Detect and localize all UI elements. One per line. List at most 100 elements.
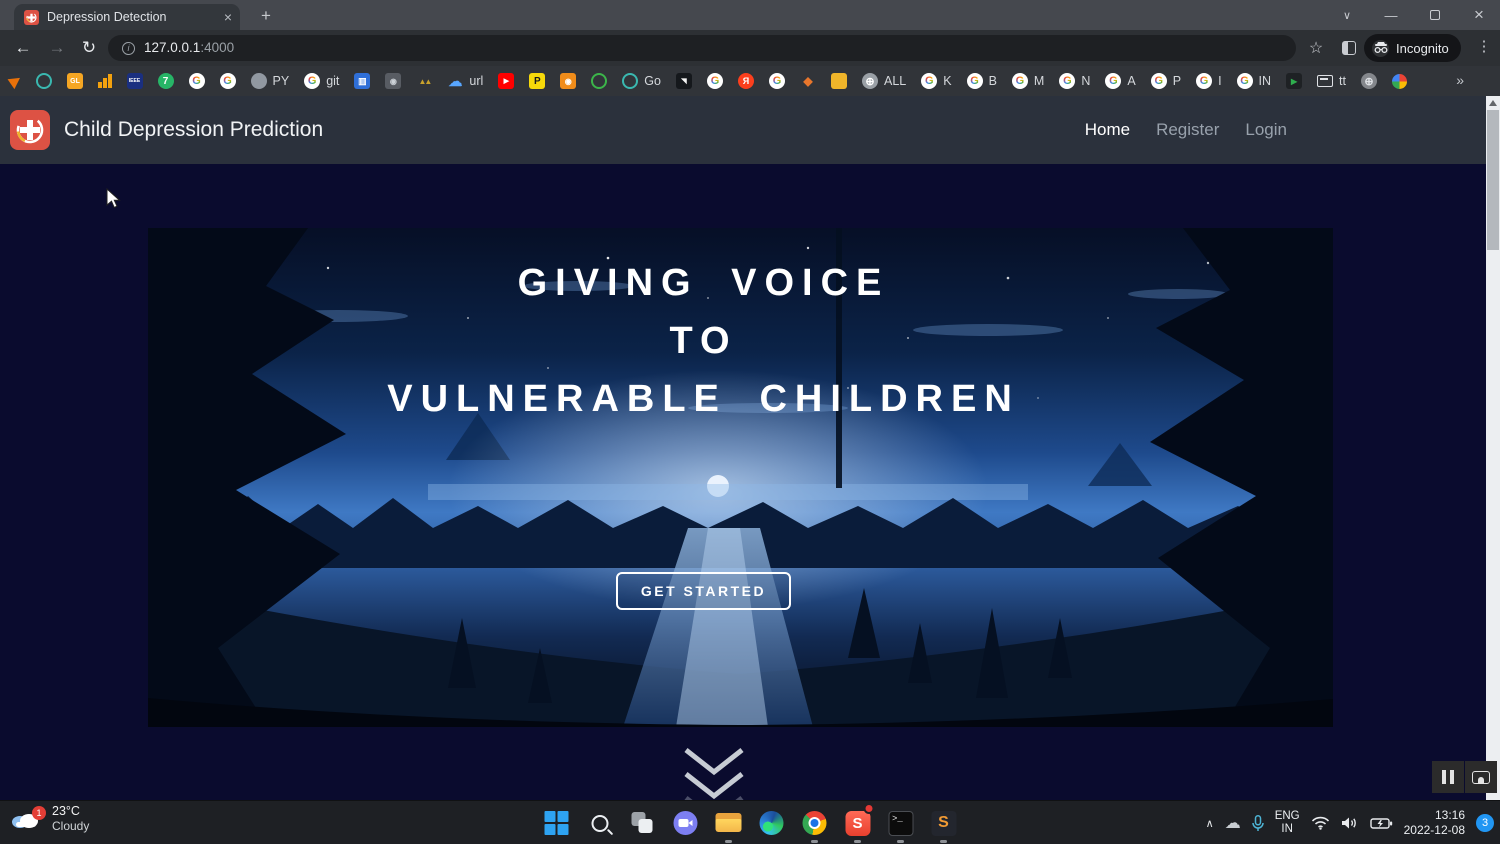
bookmark-label: A: [1127, 74, 1136, 88]
bookmark-item[interactable]: G: [188, 73, 205, 89]
bookmark-item[interactable]: PY: [250, 73, 289, 89]
circle-favicon: 7: [157, 73, 174, 89]
bookmark-item[interactable]: GL: [67, 73, 83, 89]
browser-tab[interactable]: Depression Detection ×: [14, 4, 240, 30]
maximize-button[interactable]: [1418, 0, 1452, 30]
google-favicon: G: [1196, 73, 1213, 89]
bookmark-item[interactable]: GK: [921, 73, 952, 89]
incognito-badge: Incognito: [1364, 34, 1461, 62]
forward-button[interactable]: →: [44, 35, 70, 61]
bookmark-item[interactable]: [98, 74, 112, 88]
bookmark-item[interactable]: GB: [966, 73, 997, 89]
browser-menu-icon[interactable]: ⋮: [1474, 37, 1494, 55]
tab-search-icon[interactable]: ∨: [1330, 0, 1364, 30]
bookmark-item[interactable]: G: [706, 73, 723, 89]
taskbar-sublime-icon[interactable]: S: [931, 806, 957, 843]
back-button[interactable]: ←: [10, 35, 36, 61]
side-panel-icon[interactable]: [1342, 41, 1356, 55]
language-indicator[interactable]: ENG IN: [1275, 810, 1300, 836]
get-started-button[interactable]: GET STARTED: [615, 572, 792, 610]
bookmark-item[interactable]: ▶: [1286, 73, 1303, 89]
bookmark-item[interactable]: 7: [157, 73, 174, 89]
picture-in-picture-button[interactable]: [1465, 761, 1497, 793]
taskbar-terminal-icon[interactable]: >_: [888, 806, 914, 843]
bookmark-item[interactable]: GN: [1059, 73, 1090, 89]
onedrive-icon[interactable]: ☁: [1225, 813, 1241, 833]
open-app-indicator: [725, 840, 732, 843]
address-bar[interactable]: i 127.0.0.1:4000: [108, 35, 1296, 61]
tab-close-icon[interactable]: ×: [224, 9, 232, 25]
bookmark-item[interactable]: ▲▲: [416, 73, 432, 89]
reload-button[interactable]: ↻: [76, 35, 102, 61]
taskbar-edge-icon[interactable]: [759, 806, 785, 840]
new-tab-button[interactable]: +: [254, 5, 278, 27]
bookmark-item[interactable]: Я: [737, 73, 754, 89]
pause-button[interactable]: [1432, 761, 1464, 793]
bookmark-label: M: [1033, 74, 1045, 88]
bookmark-item[interactable]: [830, 73, 847, 89]
tray-chevron-icon[interactable]: ∧: [1206, 817, 1214, 830]
nav-link-register[interactable]: Register: [1156, 120, 1219, 140]
bookmark-item[interactable]: GA: [1105, 73, 1136, 89]
bookmark-item[interactable]: P: [529, 73, 546, 89]
bookmark-label: tt: [1339, 74, 1346, 88]
wifi-icon[interactable]: [1311, 816, 1330, 830]
bookmark-item[interactable]: ◉: [385, 73, 402, 89]
taskbar-chrome-icon[interactable]: [802, 806, 828, 843]
taskbar-weather-widget[interactable]: 1 23°C Cloudy: [10, 804, 89, 833]
bookmark-item[interactable]: GI: [1196, 73, 1222, 89]
taskbar-explorer-icon[interactable]: [715, 806, 742, 843]
bookmark-item[interactable]: [591, 73, 608, 89]
bookmark-item[interactable]: Go: [622, 73, 661, 89]
bookmark-item[interactable]: ◉: [560, 73, 577, 89]
bookmark-item[interactable]: G: [219, 73, 236, 89]
scrollbar-up-icon[interactable]: [1489, 100, 1497, 106]
taskbar-start-icon[interactable]: [544, 806, 570, 840]
bookmark-item[interactable]: GP: [1150, 73, 1181, 89]
nav-link-home[interactable]: Home: [1085, 120, 1130, 140]
hero-line-1: GIVING VOICE: [517, 262, 890, 304]
bookmark-star-icon[interactable]: ☆: [1302, 38, 1330, 58]
bookmark-item[interactable]: ◆: [800, 73, 816, 89]
bookmark-item[interactable]: tt: [1317, 74, 1346, 88]
bookmark-item[interactable]: GM: [1011, 73, 1045, 89]
microphone-icon[interactable]: [1251, 814, 1264, 832]
bookmark-item[interactable]: ⊕ ALL: [861, 73, 906, 89]
site-info-icon[interactable]: i: [122, 41, 135, 55]
bookmark-item[interactable]: ▥: [354, 73, 371, 89]
circle-favicon: Я: [737, 73, 754, 89]
page-scrollbar[interactable]: [1486, 96, 1500, 800]
scrollbar-thumb[interactable]: [1487, 110, 1499, 250]
taskbar-chat-icon[interactable]: [673, 806, 699, 840]
bookmark-item[interactable]: [1392, 73, 1407, 89]
monitor-favicon: [1317, 75, 1334, 87]
pause-icon: [1442, 770, 1454, 784]
bookmark-item[interactable]: ☁ url: [447, 73, 483, 89]
taskbar-search-icon[interactable]: [587, 806, 613, 840]
google-favicon: G: [1105, 73, 1122, 89]
bookmark-item[interactable]: IEEE: [126, 73, 143, 89]
nav-link-login[interactable]: Login: [1245, 120, 1287, 140]
battery-icon[interactable]: [1369, 817, 1393, 830]
hero-heading: GIVING VOICE TO VULNERABLE CHILDREN: [148, 254, 1259, 428]
bookmarks-overflow-icon[interactable]: »: [1456, 72, 1464, 88]
taskbar-s-app-icon[interactable]: S: [845, 803, 875, 843]
bookmark-item[interactable]: Ggit: [304, 73, 339, 89]
volume-icon[interactable]: [1341, 816, 1359, 830]
bookmark-item[interactable]: [7, 72, 24, 90]
bookmark-item[interactable]: G: [768, 73, 785, 89]
close-window-button[interactable]: ×: [1462, 0, 1496, 30]
minimize-button[interactable]: —: [1374, 0, 1408, 30]
bookmark-item[interactable]: ▶: [498, 73, 515, 89]
taskbar-taskview-icon[interactable]: [630, 806, 656, 840]
bookmark-item[interactable]: ◥: [675, 73, 692, 89]
bookmark-item[interactable]: G IN: [1236, 73, 1271, 89]
notification-count-badge[interactable]: 3: [1476, 814, 1494, 832]
bookmark-item[interactable]: ⊕: [1361, 73, 1377, 89]
clock[interactable]: 13:16 2022-12-08: [1404, 808, 1465, 838]
google-favicon: G: [921, 73, 938, 89]
scroll-down-indicator[interactable]: [676, 744, 752, 800]
brand[interactable]: Child Depression Prediction: [10, 110, 323, 150]
square-favicon: ▶: [498, 73, 515, 89]
bookmark-item[interactable]: [36, 73, 52, 89]
